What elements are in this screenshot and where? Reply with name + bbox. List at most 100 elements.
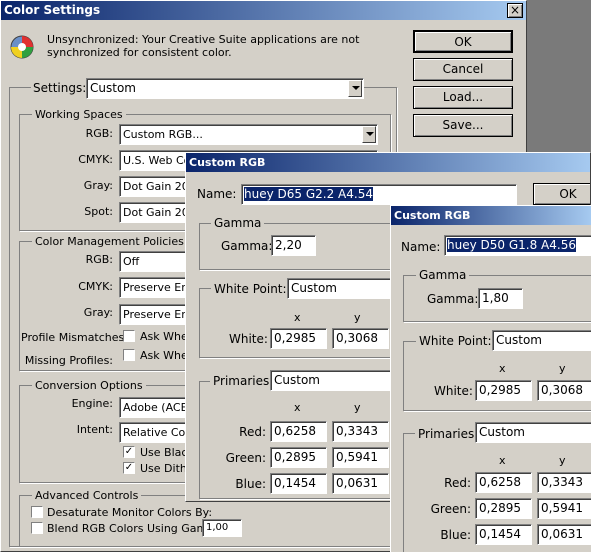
green-x-input-1[interactable]: 0,2895 bbox=[270, 447, 327, 468]
ws-rgb-value: Custom RGB... bbox=[123, 128, 203, 141]
gamma-input-1-value: 2,20 bbox=[275, 238, 302, 252]
prim-y-head-2: y bbox=[559, 454, 566, 467]
ok-button-custom-rgb-1-label: OK bbox=[559, 187, 577, 201]
engine-label: Engine: bbox=[71, 397, 113, 410]
name-label-2: Name: bbox=[401, 240, 441, 254]
green-y-input-1[interactable]: 0,5941 bbox=[332, 447, 389, 468]
prim-x-head-2: x bbox=[499, 454, 506, 467]
blend-gamma-checkbox[interactable] bbox=[31, 522, 43, 534]
red-x-input-1[interactable]: 0,6258 bbox=[270, 421, 327, 442]
load-button-label: Load... bbox=[442, 90, 484, 104]
green-y-value-1: 0,5941 bbox=[336, 450, 378, 464]
ok-button-label: OK bbox=[454, 35, 472, 49]
engine-value: Adobe (ACE) bbox=[123, 401, 192, 414]
conversion-title: Conversion Options bbox=[32, 379, 146, 392]
save-button[interactable]: Save... bbox=[413, 114, 513, 137]
ask-when-opening-checkbox[interactable] bbox=[123, 330, 135, 342]
blue-label-1: Blue: bbox=[235, 477, 266, 491]
white-point-dropdown-2[interactable]: Custom bbox=[492, 330, 591, 351]
primaries-dropdown-2-value: Custom bbox=[479, 425, 525, 439]
white-point-dropdown-1[interactable]: Custom bbox=[287, 278, 407, 299]
name-input-1-value: huey D65 G2.2 A4.54 bbox=[244, 187, 373, 201]
ok-button[interactable]: OK bbox=[413, 30, 513, 53]
policy-rgb-value: Off bbox=[123, 255, 140, 268]
blue-x-value-2: 0,1454 bbox=[479, 527, 521, 541]
white-x-input-2[interactable]: 0,2985 bbox=[475, 380, 532, 401]
green-y-input-2[interactable]: 0,5941 bbox=[537, 498, 591, 519]
desaturate-checkbox[interactable] bbox=[31, 506, 43, 518]
blend-gamma-input[interactable]: 1,00 bbox=[202, 519, 242, 537]
ask-when-missing-checkbox[interactable] bbox=[123, 349, 135, 361]
primaries-label-1: Primaries: bbox=[210, 374, 277, 388]
ws-cmyk-label: CMYK: bbox=[78, 153, 113, 166]
ws-spot-label: Spot: bbox=[84, 205, 113, 218]
white-y-value-2: 0,3068 bbox=[541, 383, 583, 397]
blue-y-input-2[interactable]: 0,0631 bbox=[537, 524, 591, 545]
policies-title: Color Management Policies bbox=[32, 235, 187, 248]
black-point-checkbox[interactable]: ✓ bbox=[123, 446, 135, 458]
ws-gray-label: Gray: bbox=[83, 179, 113, 192]
prim-x-head-1: x bbox=[294, 401, 301, 414]
gamma-group-2-title: Gamma bbox=[416, 268, 470, 282]
custom-rgb-2-titlebar: Custom RGB bbox=[391, 206, 591, 225]
cancel-button[interactable]: Cancel bbox=[413, 58, 513, 81]
gamma-input-2[interactable]: 1,80 bbox=[478, 288, 523, 309]
color-settings-titlebar: Color Settings bbox=[1, 1, 526, 20]
red-y-input-1[interactable]: 0,3343 bbox=[332, 421, 389, 442]
blue-x-input-2[interactable]: 0,1454 bbox=[475, 524, 532, 545]
primaries-dropdown-2[interactable]: Custom bbox=[475, 422, 591, 443]
white-x-value-2: 0,2985 bbox=[479, 383, 521, 397]
red-x-input-2[interactable]: 0,6258 bbox=[475, 472, 532, 493]
custom-rgb-dialog-2: Custom RGB Name: huey D50 G1.8 A4.56 Gam… bbox=[390, 205, 591, 552]
blue-y-input-1[interactable]: 0,0631 bbox=[332, 473, 389, 494]
ws-rgb-label: RGB: bbox=[85, 127, 113, 140]
profile-mismatches-label: Profile Mismatches: bbox=[21, 331, 128, 344]
ws-rgb-dropdown[interactable]: Custom RGB... bbox=[119, 124, 378, 145]
gamma-group-1-title: Gamma bbox=[211, 216, 265, 230]
primaries-dropdown-1[interactable]: Custom bbox=[270, 370, 407, 391]
red-label-2: Red: bbox=[444, 476, 471, 490]
name-input-2-value: huey D50 G1.8 A4.56 bbox=[447, 238, 576, 252]
wp-x-head-1: x bbox=[294, 311, 301, 324]
sync-status-icon bbox=[9, 34, 35, 60]
red-y-value-1: 0,3343 bbox=[336, 424, 378, 438]
blend-gamma-value: 1,00 bbox=[206, 522, 229, 533]
primaries-label-2: Primaries: bbox=[415, 427, 482, 441]
white-point-dropdown-2-value: Custom bbox=[496, 333, 542, 347]
wp-y-head-1: y bbox=[354, 311, 361, 324]
custom-rgb-1-title: Custom RGB bbox=[189, 156, 266, 169]
policy-rgb-label: RGB: bbox=[85, 253, 113, 266]
settings-dropdown-value: Custom bbox=[90, 81, 136, 95]
policy-cmyk-label: CMYK: bbox=[78, 280, 113, 293]
name-input-2[interactable]: huey D50 G1.8 A4.56 bbox=[444, 235, 591, 256]
green-x-input-2[interactable]: 0,2895 bbox=[475, 498, 532, 519]
green-x-value-1: 0,2895 bbox=[274, 450, 316, 464]
custom-rgb-2-title: Custom RGB bbox=[394, 209, 471, 222]
gamma-label-1: Gamma: bbox=[221, 239, 273, 253]
desaturate-label: Desaturate Monitor Colors By: bbox=[47, 506, 213, 519]
settings-dropdown[interactable]: Custom bbox=[86, 78, 364, 99]
gamma-input-1[interactable]: 2,20 bbox=[271, 235, 316, 256]
sync-message-line2: synchronized for consistent color. bbox=[47, 46, 232, 59]
ok-button-custom-rgb-1[interactable]: OK bbox=[533, 183, 590, 205]
primaries-dropdown-1-value: Custom bbox=[274, 373, 320, 387]
blue-x-input-1[interactable]: 0,1454 bbox=[270, 473, 327, 494]
chevron-down-icon[interactable] bbox=[362, 126, 376, 143]
white-y-input-1[interactable]: 0,3068 bbox=[332, 328, 389, 349]
green-label-2: Green: bbox=[430, 502, 471, 516]
red-y-input-2[interactable]: 0,3343 bbox=[537, 472, 591, 493]
policy-gray-label: Gray: bbox=[83, 306, 113, 319]
dither-checkbox[interactable]: ✓ bbox=[123, 462, 135, 474]
working-spaces-title: Working Spaces bbox=[32, 108, 126, 121]
red-x-value-1: 0,6258 bbox=[274, 424, 316, 438]
name-input-1[interactable]: huey D65 G2.2 A4.54 bbox=[241, 184, 517, 205]
white-x-input-1[interactable]: 0,2985 bbox=[270, 328, 327, 349]
white-y-input-2[interactable]: 0,3068 bbox=[537, 380, 591, 401]
chevron-down-icon[interactable] bbox=[348, 80, 362, 97]
color-settings-title: Color Settings bbox=[4, 3, 101, 17]
prim-y-head-1: y bbox=[354, 401, 361, 414]
close-button[interactable]: × bbox=[507, 3, 523, 18]
green-label-1: Green: bbox=[225, 451, 266, 465]
load-button[interactable]: Load... bbox=[413, 86, 513, 109]
blue-x-value-1: 0,1454 bbox=[274, 476, 316, 490]
